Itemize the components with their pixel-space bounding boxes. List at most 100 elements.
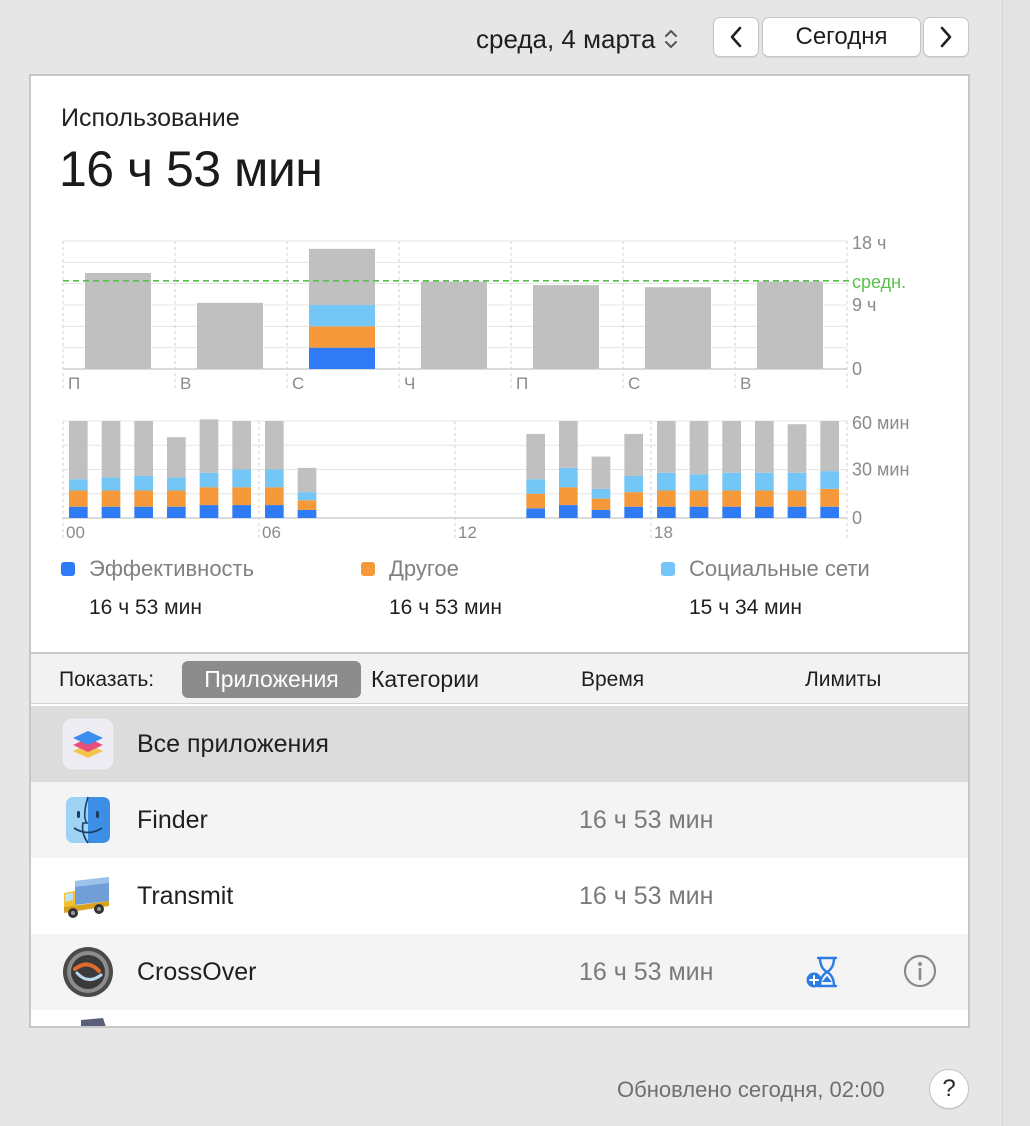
info-icon[interactable] — [903, 954, 937, 988]
legend-name: Эффективность — [89, 556, 255, 581]
hour-bar-segment — [69, 506, 88, 518]
hour-bar-segment — [559, 467, 578, 488]
partial-app-icon — [81, 1018, 106, 1026]
column-header-limits[interactable]: Лимиты — [805, 668, 881, 692]
updated-status: Обновлено сегодня, 02:00 — [617, 1077, 885, 1102]
hour-bar-segment — [199, 472, 219, 488]
app-name: CrossOver — [137, 957, 257, 986]
legend-value: 16 ч 53 мин — [389, 596, 502, 619]
view-controls-bar: Показать: Приложения Категории Время Лим… — [31, 652, 968, 704]
segment-apps[interactable]: Приложения — [182, 661, 361, 698]
help-button[interactable]: ? — [929, 1069, 969, 1109]
hour-bar-segment — [787, 506, 807, 518]
hour-bar-segment — [167, 437, 186, 478]
hour-bar-segment — [297, 509, 317, 518]
hour-bar-segment — [591, 498, 611, 510]
legend-productivity: Эффективность 16 ч 53 мин — [61, 556, 254, 620]
app-row-finder[interactable]: Finder 16 ч 53 мин — [31, 782, 968, 858]
hour-bar-segment — [722, 506, 741, 518]
week-day-label: Ч — [404, 374, 415, 393]
hour-bar-segment — [755, 506, 774, 518]
legend-social: Социальные сети 15 ч 34 мин — [661, 556, 870, 620]
next-day-button[interactable] — [923, 17, 969, 57]
app-row-transmit[interactable]: Transmit 16 ч 53 мин — [31, 858, 968, 934]
week-day-label: С — [292, 374, 304, 393]
hour-bar-segment — [591, 456, 611, 489]
hour-bar-segment — [624, 492, 643, 507]
hour-bar-segment — [101, 421, 121, 478]
segment-categories[interactable]: Категории — [371, 661, 511, 698]
hour-bar-segment — [722, 472, 741, 491]
app-time: 16 ч 53 мин — [579, 881, 714, 910]
hour-bar-segment — [755, 472, 774, 491]
hour-bar-segment — [167, 490, 186, 507]
crossover-icon — [63, 947, 113, 997]
previous-day-button[interactable] — [713, 17, 759, 57]
date-picker[interactable]: среда, 4 марта — [476, 20, 679, 58]
hour-bar-segment — [755, 421, 774, 473]
hour-bar-segment — [134, 421, 153, 476]
average-label: средн. — [852, 272, 906, 292]
hour-bar-segment — [820, 488, 839, 507]
hour-bar-segment — [101, 477, 121, 491]
hour-bar-segment — [624, 475, 643, 493]
app-row-partial[interactable] — [31, 1010, 968, 1026]
all-apps-icon — [61, 717, 115, 771]
hour-bar-segment — [265, 487, 284, 506]
y-tick-label: 0 — [852, 359, 862, 379]
hour-bar-segment — [559, 487, 578, 506]
hour-bar-segment — [689, 490, 709, 507]
hour-bar-segment — [591, 509, 611, 518]
hour-bar-segment — [591, 488, 611, 499]
show-label: Показать: — [59, 668, 155, 691]
hour-bar-segment — [722, 490, 741, 507]
hour-bar-segment — [265, 469, 284, 488]
app-row-crossover[interactable]: CrossOver 16 ч 53 мин — [31, 934, 968, 1010]
hour-bar-segment — [689, 506, 709, 518]
week-bar-segment — [309, 326, 375, 348]
column-header-time[interactable]: Время — [581, 668, 644, 692]
hour-bar-segment — [297, 500, 317, 510]
y-tick-label: 30 мин — [852, 460, 909, 480]
hour-bar-segment — [69, 421, 88, 480]
window-scrollbar[interactable] — [1002, 0, 1030, 1126]
week-day-label: В — [740, 374, 751, 393]
hour-bar-segment — [167, 506, 186, 518]
hour-bar-segment — [101, 506, 121, 518]
hour-bar-segment — [297, 467, 317, 493]
hour-bar-segment — [689, 474, 709, 491]
hour-bar-segment — [69, 490, 88, 507]
hour-tick-label: 12 — [458, 523, 477, 542]
legend-value: 15 ч 34 мин — [689, 596, 802, 619]
hour-bar-segment — [134, 490, 153, 507]
app-row-all-apps[interactable]: Все приложения — [31, 706, 968, 782]
transmit-truck-icon — [64, 877, 109, 918]
week-day-label: В — [180, 374, 191, 393]
productivity-swatch — [61, 562, 75, 576]
hour-bar-segment — [722, 421, 741, 473]
legend-name: Социальные сети — [689, 556, 870, 581]
hour-tick-label: 06 — [262, 523, 281, 542]
y-tick-label: 60 мин — [852, 413, 909, 433]
week-bar-segment — [309, 248, 375, 305]
hour-bar-segment — [787, 472, 807, 491]
add-limit-hourglass-icon[interactable] — [804, 954, 840, 990]
hour-bar-segment — [787, 424, 807, 473]
week-bar-segment — [533, 285, 599, 369]
legend-value: 16 ч 53 мин — [89, 596, 202, 619]
week-bar-segment — [757, 281, 823, 369]
week-bar-segment — [309, 347, 375, 369]
hour-bar-segment — [232, 487, 251, 506]
hour-bar-segment — [624, 433, 643, 476]
hour-bar-segment — [232, 505, 251, 518]
app-time: 16 ч 53 мин — [579, 805, 714, 834]
hour-bar-segment — [69, 479, 88, 491]
app-time: 16 ч 53 мин — [579, 957, 714, 986]
hour-bar-segment — [526, 493, 545, 509]
today-button[interactable]: Сегодня — [762, 17, 921, 57]
hour-tick-label: 18 — [654, 523, 673, 542]
finder-icon — [66, 796, 110, 844]
hour-bar-segment — [689, 421, 709, 475]
hour-bar-segment — [820, 471, 839, 489]
hour-bar-segment — [559, 505, 578, 518]
